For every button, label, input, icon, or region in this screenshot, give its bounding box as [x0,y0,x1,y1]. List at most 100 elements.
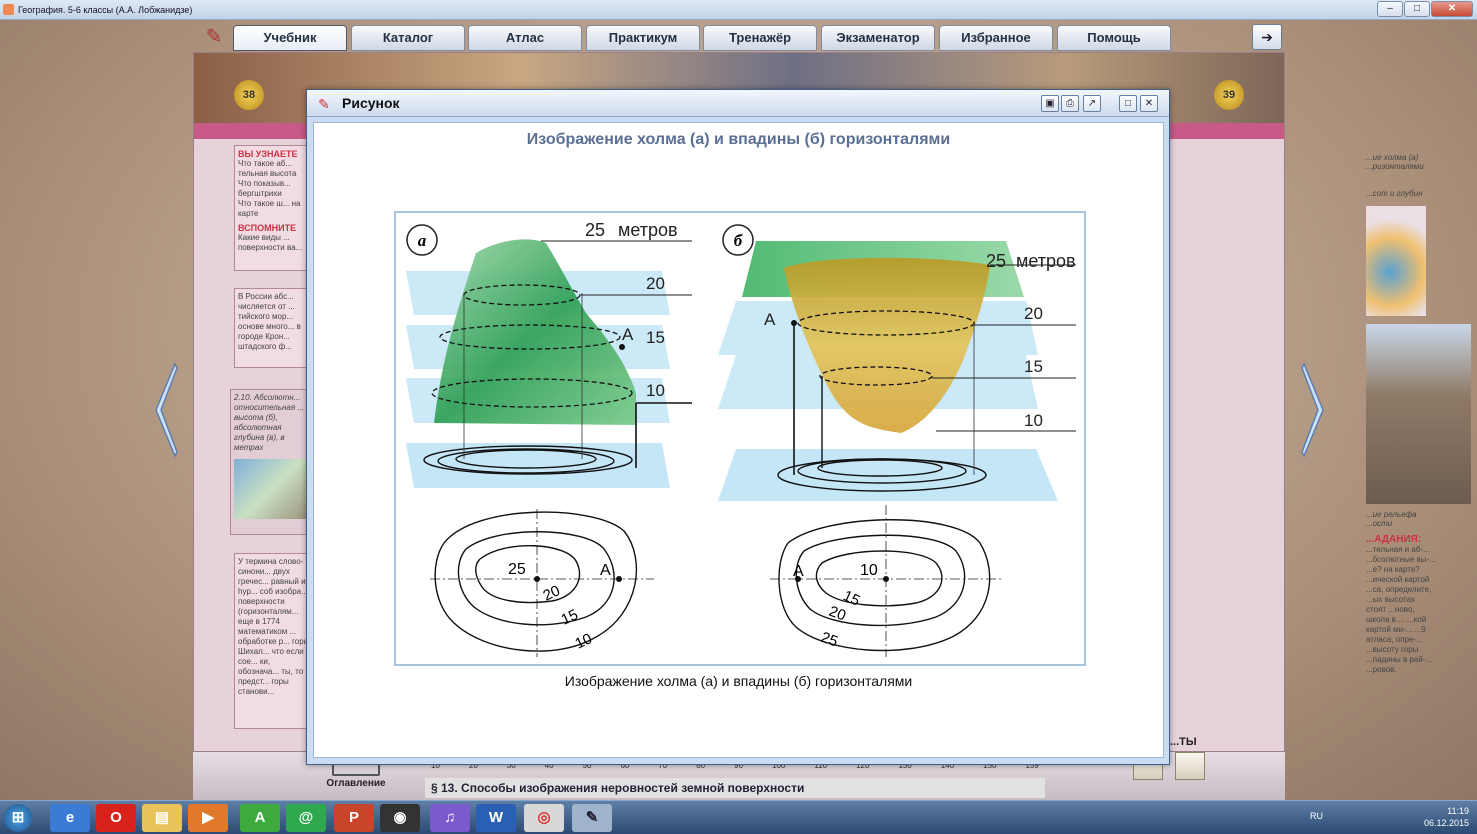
window-controls: – □ ✕ [1377,1,1473,17]
word-icon[interactable]: W [476,804,516,832]
clock[interactable]: 11:19 06.12.2015 [1424,805,1469,829]
basin-label-15: 15 [1024,357,1043,376]
plane-base-b [718,449,1058,501]
tab-catalog[interactable]: Каталог [351,25,465,51]
point-a-label-b: А [764,310,776,329]
term-box: У термина слово-синони... двух гречес...… [234,553,314,729]
remember-item: Какие виды ... поверхности ва... [238,233,303,252]
figure-title: Изображение холма (а) и впадины (б) гори… [526,131,951,148]
figure-2-10-caption: 2.10. Абсолютн... относительная ... высо… [234,393,304,452]
warning-icon[interactable] [1175,752,1205,780]
plan-b-center [883,576,889,582]
plan-a-point [616,576,622,582]
dialog-body: Изображение холма (а) и впадины (б) гори… [313,122,1164,758]
tab-favorites[interactable]: Избранное [939,25,1053,51]
learn-item: Что показыв... бергштрихи [238,179,291,198]
maximize-button[interactable]: □ [1404,1,1430,17]
mail-icon[interactable]: @ [286,804,326,832]
right-page-column: ...ие холма (а) ...ризонталями ...сот и … [1366,153,1471,675]
plan-b-point-label: А [793,563,804,580]
app-icon [3,4,14,15]
figure-2-10-box[interactable]: 2.10. Абсолютн... относительная ... высо… [230,389,314,535]
tab-examiner[interactable]: Экзаменатор [821,25,935,51]
window-title: География. 5-6 классы (А.А. Лобжанидзе) [18,5,193,15]
clock-date: 06.12.2015 [1423,818,1469,828]
save-icon[interactable]: ▣ [1041,95,1059,112]
learn-item: Что такое аб... тельная высота [238,159,297,178]
dialog-header: ✎ Рисунок ▣ ⎙ ↗ □ ✕ [307,90,1169,117]
figure-frame: а 25 метров 20 15 10 А б 25 метров 20 15… [394,211,1086,666]
app-a-icon[interactable]: A [240,804,280,832]
export-icon[interactable]: ↗ [1083,95,1101,112]
taskbar: ⊞ e O ▤ ▶ A @ P ◉ ♫ W ◎ ✎ RU 11:19 06.12… [0,800,1477,834]
powerpoint-icon[interactable]: P [334,804,374,832]
tab-practicum[interactable]: Практикум [586,25,700,51]
maximize-dialog-button[interactable]: □ [1119,95,1137,112]
plan-a-point-label: А [600,562,611,579]
language-indicator[interactable]: RU [1310,811,1323,821]
plan-a-label-25: 25 [508,561,526,578]
clock-time: 11:19 [1447,806,1469,816]
figure-caption: Изображение холма (а) и впадины (б) гори… [564,673,913,689]
point-a-label: А [622,325,634,344]
next-page-arrow-icon[interactable] [1300,362,1326,458]
minimize-button[interactable]: – [1377,1,1403,17]
tab-trainer[interactable]: Тренажёр [703,25,817,51]
point-a-marker-b [791,320,797,326]
tests-label: ...ТЫ [1170,736,1197,748]
opera-icon[interactable]: O [96,804,136,832]
window-titlebar: География. 5-6 классы (А.А. Лобжанидзе) … [0,0,1477,20]
learn-box: ВЫ УЗНАЕТЕ Что такое аб... тельная высот… [234,145,314,271]
tasks-heading: ...АДАНИЯ: [1366,534,1422,545]
hill-label-10: 10 [646,381,665,400]
plan-a-center [534,576,540,582]
hill-label-25: 25 [585,220,605,240]
explorer-icon[interactable]: ▤ [142,804,182,832]
ie-icon[interactable]: e [50,804,90,832]
info-box: В России абс... числяется от ... тийског… [234,288,314,368]
camera-icon[interactable]: ◉ [380,804,420,832]
tab-atlas[interactable]: Атлас [468,25,582,51]
plan-a-label-10: 10 [573,630,595,652]
page-number-right: 39 [1214,80,1244,110]
tab-textbook[interactable]: Учебник [233,25,347,51]
plan-b-contour-15 [815,550,943,607]
prev-page-arrow-icon[interactable] [153,362,179,458]
chrome-icon[interactable]: ◎ [524,804,564,832]
tasks-text: ...тельная и аб-... ...бсолютные вы-... … [1366,545,1436,674]
toc-label: Оглавление [326,778,386,789]
point-a-marker [619,344,625,350]
basin-label-25: 25 [986,251,1006,271]
right-figure-thumbnail[interactable] [1366,206,1426,316]
plan-a-label-15: 15 [559,606,581,628]
tab-help[interactable]: Помощь [1057,25,1171,51]
figure-dialog: ✎ Рисунок ▣ ⎙ ↗ □ ✕ Изображение холма (а… [306,89,1170,765]
geography-app-icon[interactable]: ✎ [572,804,612,832]
music-icon[interactable]: ♫ [430,804,470,832]
learn-heading: ВЫ УЗНАЕТЕ [238,149,298,159]
plan-b-contour-20 [795,534,966,627]
unit-label-b: метров [1016,251,1076,271]
right-caption-2: ...сот и глубин [1366,189,1423,198]
figure-icon: ✎ [318,96,330,112]
rock-photo[interactable] [1366,324,1471,504]
close-dialog-button[interactable]: ✕ [1140,95,1158,112]
page-number-left: 38 [234,80,264,110]
section-title: § 13. Способы изображения неровностей зе… [425,778,1045,798]
exit-icon[interactable]: ➔ [1252,24,1282,50]
close-window-button[interactable]: ✕ [1431,1,1473,17]
basin-label-10: 10 [1024,411,1043,430]
basin-label-20: 20 [1024,304,1043,323]
plan-b-contour-25 [778,519,991,652]
right-caption-1: ...ие холма (а) ...ризонталями [1366,153,1424,171]
hill-label-20: 20 [646,274,665,293]
media-player-icon[interactable]: ▶ [188,804,228,832]
print-icon[interactable]: ⎙ [1061,95,1079,112]
plan-b-label-10: 10 [860,562,878,579]
plan-b-label-25: 25 [819,629,840,651]
panel-a-label: а [418,231,427,250]
learn-item: Что такое ш... на карте [238,199,301,218]
top-navigation: Учебник Каталог Атлас Практикум Тренажёр… [193,22,1285,52]
unit-label: метров [618,220,678,240]
start-button[interactable]: ⊞ [4,804,32,832]
